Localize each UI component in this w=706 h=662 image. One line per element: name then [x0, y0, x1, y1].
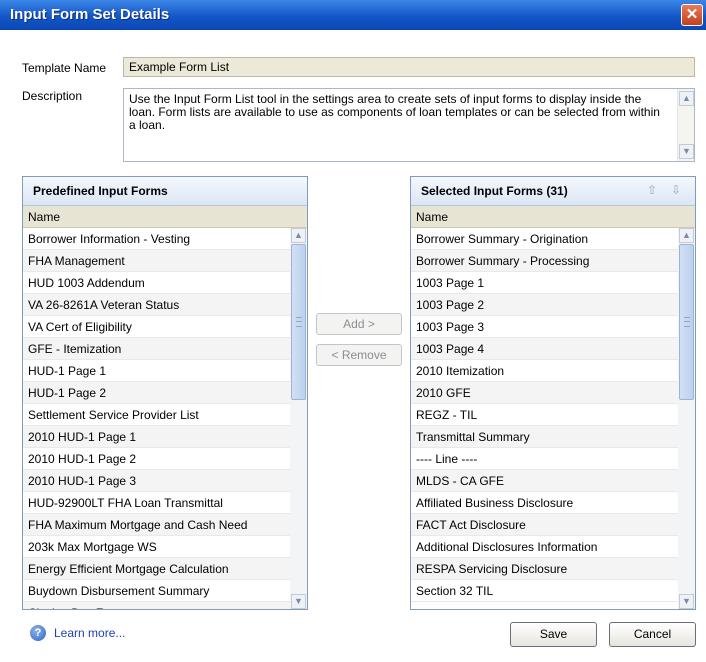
- scroll-up-icon[interactable]: ▲: [679, 228, 694, 243]
- list-item[interactable]: VA 26-8261A Veteran Status: [23, 294, 290, 316]
- move-down-icon[interactable]: ⇩: [669, 183, 683, 197]
- scroll-thumb[interactable]: [291, 244, 306, 400]
- list-item[interactable]: FACT Act Disclosure: [411, 514, 678, 536]
- list-item[interactable]: HUD-92900LT FHA Loan Transmittal: [23, 492, 290, 514]
- scroll-up-icon[interactable]: ▲: [679, 91, 694, 106]
- description-label: Description: [22, 89, 83, 103]
- predefined-list-scrollbar[interactable]: ▲ ▼: [290, 228, 307, 609]
- description-scrollbar[interactable]: ▲ ▼: [677, 89, 694, 161]
- move-up-icon[interactable]: ⇧: [645, 183, 659, 197]
- list-item[interactable]: 1003 Page 3: [411, 316, 678, 338]
- list-item[interactable]: 2010 HUD-1 Page 2: [23, 448, 290, 470]
- predefined-forms-panel: Predefined Input Forms Name Borrower Inf…: [22, 176, 308, 610]
- selected-forms-title: Selected Input Forms (31): [421, 184, 568, 198]
- description-text: Use the Input Form List tool in the sett…: [129, 92, 660, 132]
- list-item[interactable]: 1003 Page 4: [411, 338, 678, 360]
- predefined-forms-list: Borrower Information - Vesting FHA Manage…: [23, 228, 290, 609]
- list-item[interactable]: 1003 Page 1: [411, 272, 678, 294]
- list-item[interactable]: Closing Doc Z: [23, 602, 290, 609]
- list-item[interactable]: RESPA Servicing Disclosure: [411, 558, 678, 580]
- scroll-up-icon[interactable]: ▲: [291, 228, 306, 243]
- list-item[interactable]: Additional Disclosures Information: [411, 536, 678, 558]
- panel-header: Selected Input Forms (31) ⇧ ⇩: [411, 177, 695, 206]
- list-item[interactable]: Borrower Summary - Origination: [411, 228, 678, 250]
- remove-button[interactable]: < Remove: [316, 344, 402, 366]
- description-field[interactable]: Use the Input Form List tool in the sett…: [123, 88, 695, 162]
- help-icon[interactable]: ?: [30, 625, 46, 641]
- list-item[interactable]: HUD-1 Page 2: [23, 382, 290, 404]
- list-item[interactable]: MLDS - CA GFE: [411, 470, 678, 492]
- list-item[interactable]: 2010 GFE: [411, 382, 678, 404]
- list-item[interactable]: Section 32 TIL: [411, 580, 678, 602]
- list-item[interactable]: Transmittal Summary: [411, 426, 678, 448]
- list-item[interactable]: Affiliated Business Disclosure: [411, 492, 678, 514]
- predefined-forms-title: Predefined Input Forms: [33, 184, 168, 198]
- list-item[interactable]: HUD 1003 Addendum: [23, 272, 290, 294]
- list-item[interactable]: 2010 Itemization: [411, 360, 678, 382]
- column-header-name[interactable]: Name: [411, 206, 695, 228]
- template-name-label: Template Name: [22, 61, 107, 75]
- list-item[interactable]: 203k Max Mortgage WS: [23, 536, 290, 558]
- column-header-name[interactable]: Name: [23, 206, 307, 228]
- list-item[interactable]: Buydown Disbursement Summary: [23, 580, 290, 602]
- selected-forms-list: Borrower Summary - Origination Borrower S…: [411, 228, 678, 609]
- selected-list-scrollbar[interactable]: ▲ ▼: [678, 228, 695, 609]
- grip-icon: [296, 317, 302, 327]
- list-item[interactable]: FHA Management: [23, 250, 290, 272]
- template-name-field[interactable]: Example Form List: [123, 57, 695, 77]
- list-item[interactable]: REGZ - TIL: [411, 404, 678, 426]
- save-button[interactable]: Save: [510, 622, 597, 647]
- cancel-button[interactable]: Cancel: [609, 622, 696, 647]
- panel-header: Predefined Input Forms: [23, 177, 307, 206]
- list-item[interactable]: Borrower Information - Vesting: [23, 228, 290, 250]
- selected-forms-panel: Selected Input Forms (31) ⇧ ⇩ Name Borro…: [410, 176, 696, 610]
- list-item[interactable]: Borrower Summary - Processing: [411, 250, 678, 272]
- window-title: Input Form Set Details: [10, 6, 170, 23]
- list-item[interactable]: ---- Line ----: [411, 448, 678, 470]
- scroll-down-icon[interactable]: ▼: [679, 594, 694, 609]
- list-item[interactable]: 1003 Page 2: [411, 294, 678, 316]
- list-item[interactable]: VA Cert of Eligibility: [23, 316, 290, 338]
- scroll-thumb[interactable]: [679, 244, 694, 400]
- add-button[interactable]: Add >: [316, 313, 402, 335]
- grip-icon: [684, 317, 690, 327]
- title-bar: Input Form Set Details ✕: [0, 0, 706, 30]
- learn-more-link[interactable]: Learn more...: [54, 626, 125, 640]
- list-item[interactable]: GFE - Itemization: [23, 338, 290, 360]
- list-item[interactable]: 2010 HUD-1 Page 1: [23, 426, 290, 448]
- scroll-down-icon[interactable]: ▼: [679, 144, 694, 159]
- scroll-down-icon[interactable]: ▼: [291, 594, 306, 609]
- list-item[interactable]: HUD-1 Page 1: [23, 360, 290, 382]
- list-item[interactable]: FHA Maximum Mortgage and Cash Need: [23, 514, 290, 536]
- list-item[interactable]: Settlement Service Provider List: [23, 404, 290, 426]
- close-button[interactable]: ✕: [681, 4, 703, 26]
- list-item[interactable]: 2010 HUD-1 Page 3: [23, 470, 290, 492]
- list-item[interactable]: Energy Efficient Mortgage Calculation: [23, 558, 290, 580]
